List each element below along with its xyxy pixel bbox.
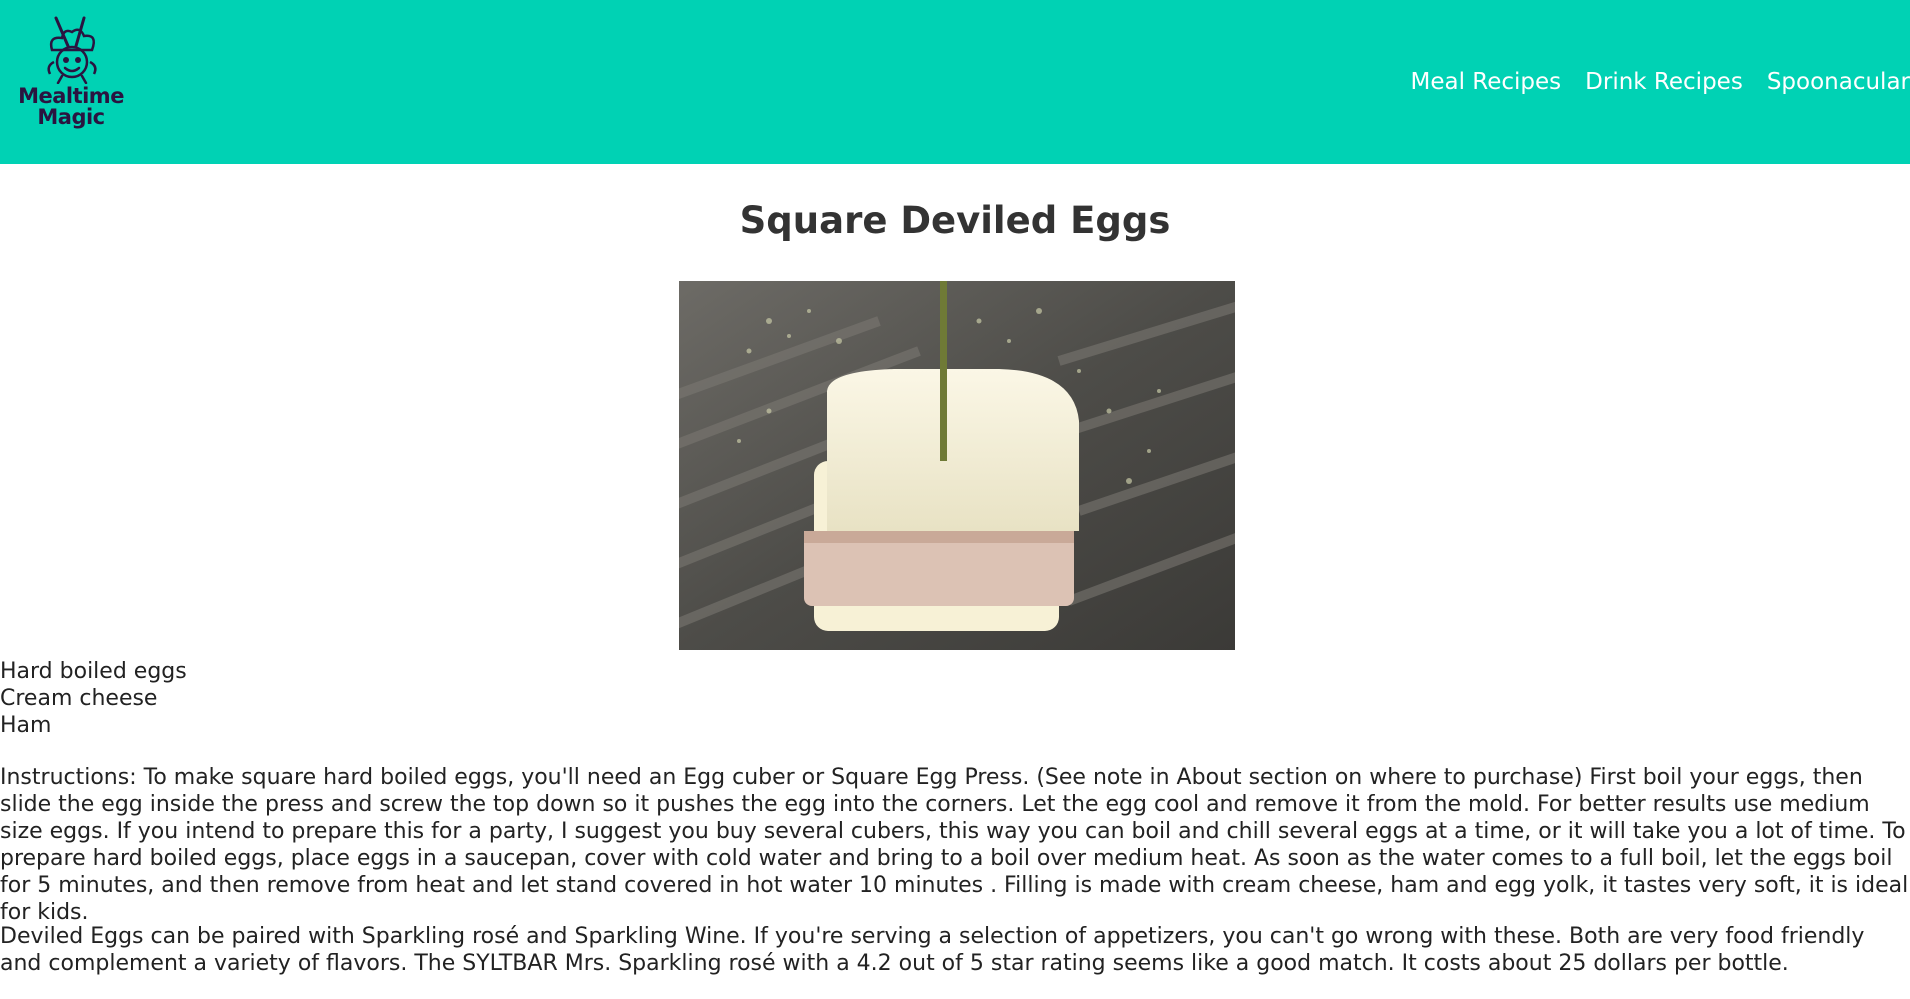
ingredient-item: Cream cheese [0,686,158,711]
recipe-instructions: Instructions: To make square hard boiled… [0,765,1909,925]
site-header: Mealtime Magic Meal Recipes Drink Recipe… [0,0,1910,164]
ingredients-list: Hard boiled eggs Cream cheese Ham [0,658,187,739]
chef-character-icon [47,16,97,84]
deviled-egg-image [679,281,1235,650]
main-nav: Meal Recipes Drink Recipes Spoonacular [1387,64,1910,100]
site-logo[interactable]: Mealtime Magic [16,16,126,136]
nav-meal-recipes[interactable]: Meal Recipes [1411,69,1562,95]
recipe-photo [679,281,1235,650]
ingredient-item: Hard boiled eggs [0,659,187,684]
wine-pairing: Deviled Eggs can be paired with Sparklin… [0,924,1865,976]
nav-spoonacular[interactable]: Spoonacular [1767,69,1910,95]
recipe-title: Square Deviled Eggs [739,199,1171,242]
brand-line-2: Magic [37,105,105,129]
brand-line-1: Mealtime [18,84,124,108]
brand-name: Mealtime Magic [16,86,126,128]
ingredient-item: Ham [0,713,52,738]
nav-drink-recipes[interactable]: Drink Recipes [1585,69,1743,95]
